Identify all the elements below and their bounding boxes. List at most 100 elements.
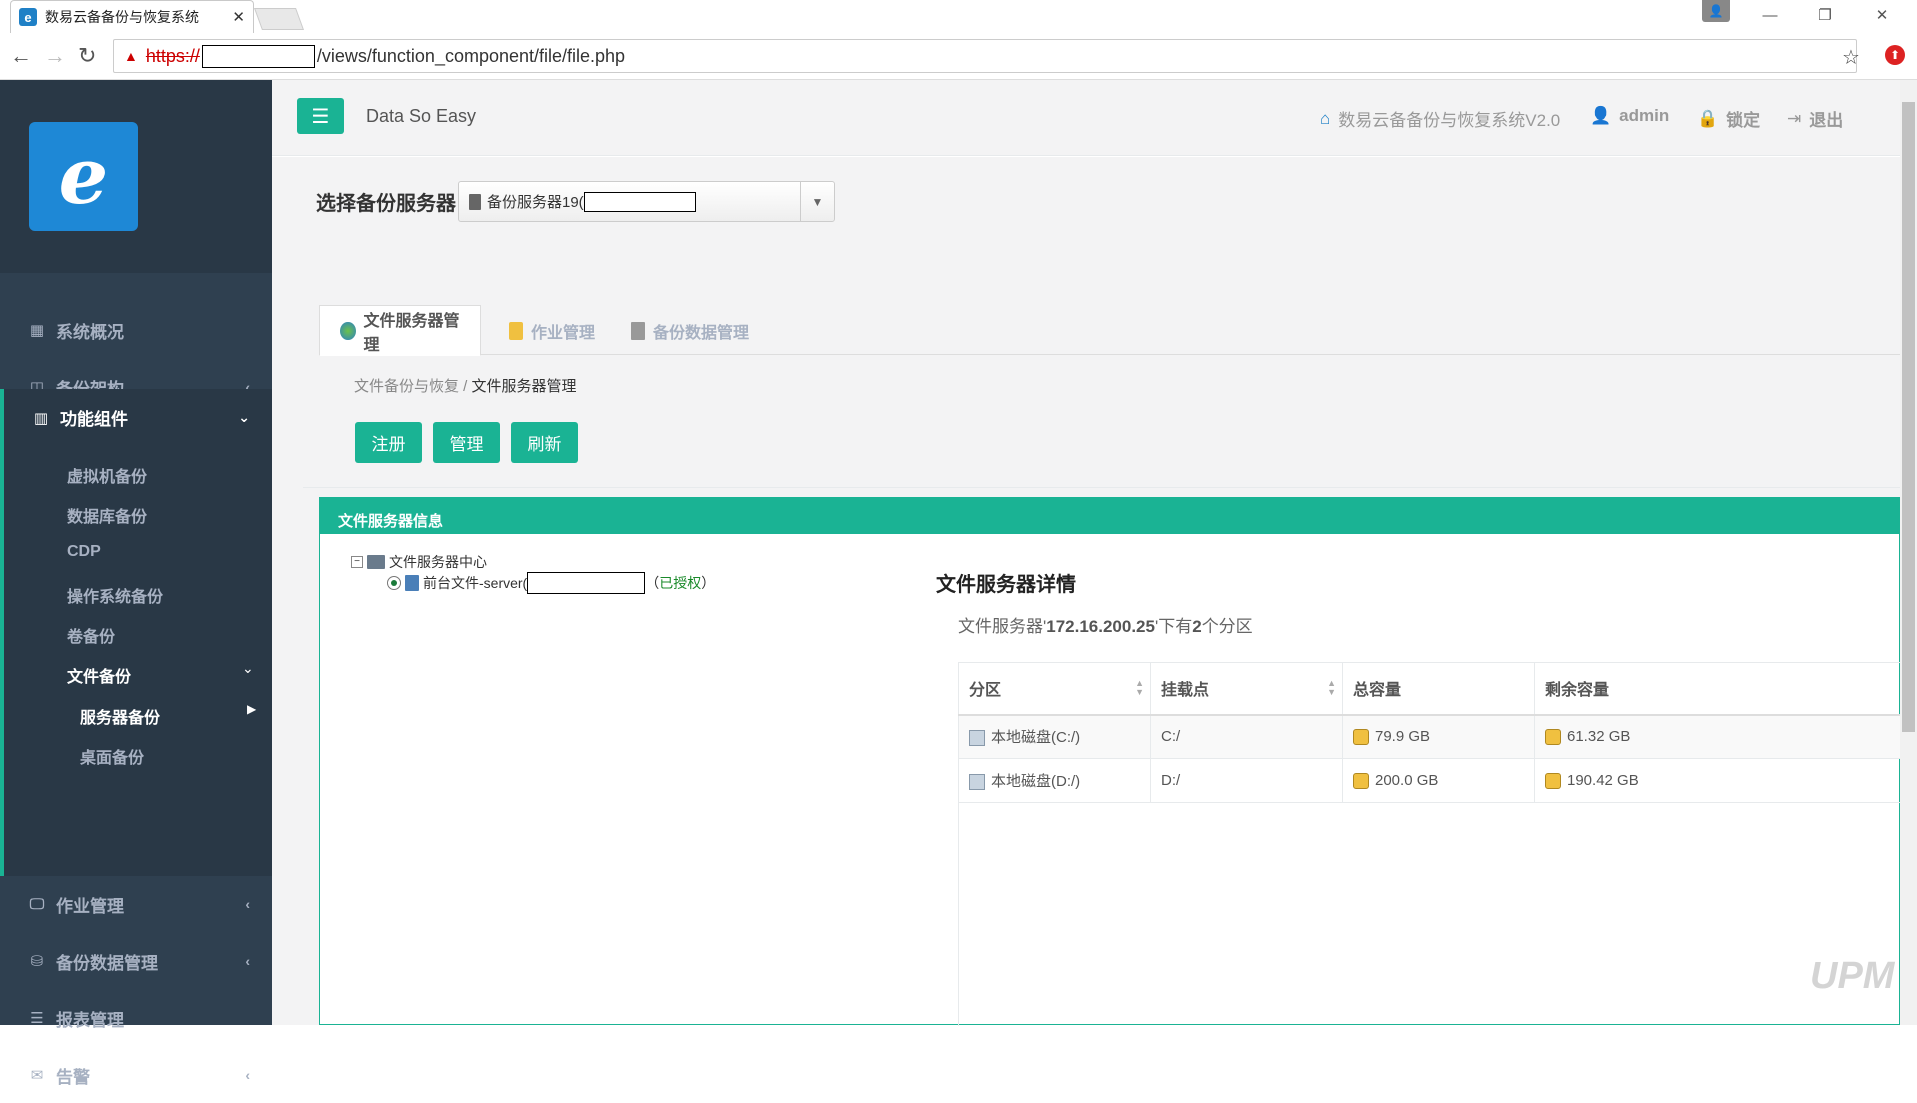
sidebar-item-volume-backup[interactable]: 卷备份 <box>67 623 115 647</box>
cell-free: 61.32 GB <box>1534 714 1901 759</box>
lock-button[interactable]: 🔒 锁定 <box>1697 106 1760 131</box>
bookmark-star-icon[interactable]: ☆ <box>1842 45 1860 70</box>
refresh-button[interactable]: 刷新 <box>511 422 578 463</box>
backup-server-select[interactable]: 备份服务器19( ▼ <box>458 181 835 222</box>
sidebar-item-overview[interactable]: ▦ 系统概况 <box>0 302 272 358</box>
tree-node-paren-open: （ <box>645 575 660 591</box>
sidebar-item-label: 功能组件 <box>60 410 128 429</box>
system-name: 数易云备备份与恢复系统V2.0 <box>1338 111 1561 130</box>
capacity-icon <box>1545 729 1561 746</box>
page-scrollbar[interactable] <box>1900 80 1917 1025</box>
register-button[interactable]: 注册 <box>355 422 422 463</box>
chevron-left-icon: ‹ <box>245 896 250 912</box>
sidebar-item-label: 系统概况 <box>56 322 124 342</box>
close-tab-icon[interactable]: ✕ <box>232 8 245 26</box>
site-favicon-icon: e <box>19 8 37 26</box>
sidebar-item-label: 作业管理 <box>56 896 124 916</box>
breadcrumb-parent[interactable]: 文件备份与恢复 / <box>354 378 467 395</box>
sidebar-item-function-components[interactable]: ▥ 功能组件 ⌄ <box>0 389 272 446</box>
tab-label: 文件服务器管理 <box>363 312 460 354</box>
capacity-icon <box>1353 729 1369 746</box>
partition-count: 2 <box>1192 617 1202 636</box>
redacted-server-address <box>527 572 646 594</box>
sidebar-item-vm-backup[interactable]: 虚拟机备份 <box>67 463 147 487</box>
authorized-status: 已授权 <box>659 575 702 591</box>
server-radio[interactable] <box>387 576 401 590</box>
sidebar-item-jobs[interactable]: 🖵 作业管理 ‹ <box>0 876 272 932</box>
hamburger-icon: ☰ <box>311 105 330 128</box>
sidebar-item-server-backup[interactable]: 服务器备份 <box>80 704 160 728</box>
sidebar-item-alerts[interactable]: ✉ 告警 ‹ <box>0 1047 272 1103</box>
list-icon: ☰ <box>30 1010 44 1027</box>
free-capacity: 61.32 GB <box>1567 728 1631 746</box>
chevron-down-icon: ⌄ <box>242 660 254 676</box>
new-tab-button[interactable] <box>253 8 305 30</box>
table-row[interactable]: 本地磁盘(C:/) C:/ 79.9 GB 61.32 GB <box>958 714 1901 759</box>
restore-icon[interactable]: ❐ <box>1805 0 1845 30</box>
disk-icon <box>969 730 985 747</box>
profile-icon[interactable]: 👤 <box>1702 0 1730 22</box>
back-icon[interactable]: ← <box>10 43 32 69</box>
sidebar-item-label: 备份数据管理 <box>56 953 158 973</box>
sidebar-item-cdp[interactable]: CDP <box>67 543 101 561</box>
watermark-logo: UPM <box>1810 955 1895 997</box>
sidebar-item-backup-data[interactable]: ⛁ 备份数据管理 ‹ <box>0 933 272 989</box>
partition-name: 本地磁盘(D:/) <box>991 773 1081 790</box>
file-server-info-box: 文件服务器信息 − 文件服务器中心 前台文件-server( （ 已授权 ） 文… <box>319 497 1901 1026</box>
extension-icon[interactable]: ⬆ <box>1885 45 1905 65</box>
column-header-partition[interactable]: 分区 ▲ ▼ <box>958 662 1151 716</box>
column-header-free[interactable]: 剩余容量 <box>1534 662 1901 716</box>
tree-node-server[interactable]: 前台文件-server( （ 已授权 ） <box>387 572 715 594</box>
file-server-panel: 文件服务器管理 作业管理 备份数据管理 文件备份与恢复 / 文件服务器管理 注册… <box>303 291 1901 1026</box>
tree-root-label: 文件服务器中心 <box>389 554 487 570</box>
job-icon <box>509 321 523 340</box>
column-header-total[interactable]: 总容量 <box>1342 662 1535 716</box>
sidebar-item-os-backup[interactable]: 操作系统备份 <box>67 583 163 607</box>
system-name-link[interactable]: ⌂ 数易云备备份与恢复系统V2.0 <box>1320 106 1560 131</box>
server-select-label: 选择备份服务器 <box>316 193 456 215</box>
logout-button[interactable]: ⇥ 退出 <box>1787 106 1843 131</box>
sidebar-item-desktop-backup[interactable]: 桌面备份 <box>80 744 144 768</box>
breadcrumb-current: 文件服务器管理 <box>471 378 577 395</box>
top-navbar: ☰ Data So Easy ⌂ 数易云备备份与恢复系统V2.0 👤 admin… <box>272 80 1900 156</box>
user-menu[interactable]: 👤 admin <box>1590 106 1669 126</box>
cell-mount: C:/ <box>1150 714 1343 759</box>
tab-label: 作业管理 <box>531 324 596 342</box>
column-header-mount[interactable]: 挂载点 ▲ ▼ <box>1150 662 1343 716</box>
collapse-icon[interactable]: − <box>351 556 363 568</box>
sidebar-item-reports[interactable]: ☰ 报表管理 <box>0 990 272 1046</box>
manage-button[interactable]: 管理 <box>433 422 500 463</box>
server-center-icon <box>367 555 385 569</box>
info-box-title: 文件服务器信息 <box>320 498 1901 534</box>
scrollbar-thumb[interactable] <box>1902 102 1915 732</box>
capacity-icon <box>1353 773 1369 790</box>
sidebar-item-db-backup[interactable]: 数据库备份 <box>67 503 147 527</box>
submenu-function-components: 虚拟机备份 数据库备份 CDP 操作系统备份 卷备份 文件备份 ⌄ 服务器备份 … <box>0 446 272 876</box>
column-label: 剩余容量 <box>1545 682 1610 700</box>
cell-total: 79.9 GB <box>1342 714 1535 759</box>
dropdown-arrow-icon[interactable]: ▼ <box>800 182 834 221</box>
reload-icon[interactable]: ↻ <box>78 43 96 69</box>
partition-table: 分区 ▲ ▼ 挂载点 ▲ ▼ 总容量 剩余容量 本地磁盘(C:/) C:/ 79.9 G… <box>958 662 1901 803</box>
forward-icon[interactable]: → <box>44 43 66 69</box>
redacted-host <box>201 44 315 68</box>
database-icon: ⛁ <box>30 953 44 970</box>
computer-icon <box>405 575 419 591</box>
tab-backup-data-management[interactable]: 备份数据管理 <box>611 305 769 356</box>
minimize-icon[interactable]: — <box>1750 0 1790 30</box>
brand-text: Data So Easy <box>366 106 477 126</box>
tab-job-management[interactable]: 作业管理 <box>489 305 615 356</box>
globe-icon <box>340 321 356 340</box>
tab-file-server-management[interactable]: 文件服务器管理 <box>319 305 481 356</box>
chevron-left-icon: ‹ <box>245 953 250 969</box>
browser-tab[interactable]: e 数易云备备份与恢复系统 ✕ <box>10 0 254 33</box>
sidebar-item-file-backup[interactable]: 文件备份 <box>67 663 131 687</box>
url-input[interactable]: ▲ https:// /views/function_component/fil… <box>113 39 1857 73</box>
url-scheme: https:// <box>145 45 200 66</box>
detail-subtitle: 文件服务器'172.16.200.25'下有2个分区 <box>958 612 1253 637</box>
main-content: 选择备份服务器 备份服务器19( ▼ 文件服务器管理 作业管理 备份数据管理 文… <box>272 157 1901 1026</box>
menu-toggle-button[interactable]: ☰ <box>297 98 344 134</box>
close-window-icon[interactable]: ✕ <box>1862 0 1902 30</box>
chevron-down-icon: ⌄ <box>238 409 250 425</box>
tree-root[interactable]: − 文件服务器中心 <box>351 552 487 572</box>
